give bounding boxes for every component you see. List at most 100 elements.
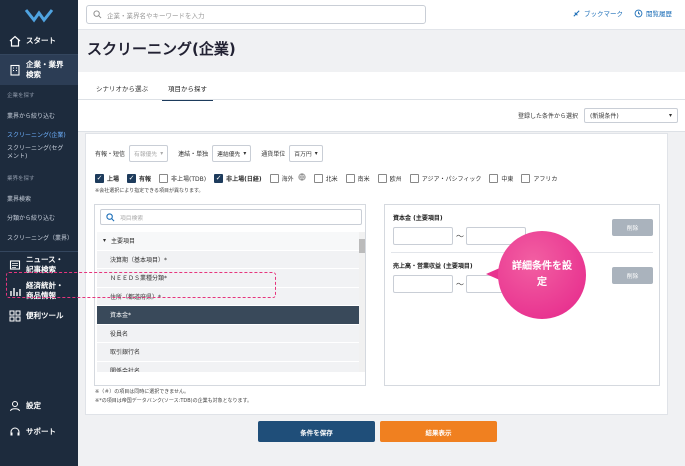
- nav-settings-label: 設定: [26, 401, 41, 410]
- tree-item[interactable]: 関係会社名: [97, 361, 361, 372]
- top-bar: 企業・業界名やキーワードを入力 ブックマーク 閲覧履歴: [78, 0, 685, 30]
- nav-company-search-label: 企業・業界検索: [26, 60, 64, 79]
- caret-down-icon: ▾: [668, 112, 672, 119]
- newspaper-icon: [4, 259, 26, 271]
- history-link[interactable]: 閲覧履歴: [634, 8, 672, 18]
- condition-min-input[interactable]: [393, 227, 453, 245]
- fiscal-value: 有報優先: [134, 152, 158, 158]
- nav-settings[interactable]: 設定: [0, 397, 78, 415]
- condition-min-input[interactable]: [393, 275, 453, 293]
- market-checkbox[interactable]: アフリカ: [521, 173, 558, 183]
- global-search-placeholder: 企業・業界名やキーワードを入力: [107, 11, 205, 20]
- tree-scrollbar[interactable]: [359, 232, 365, 372]
- nav-tools-label: 便利ツール: [26, 311, 64, 320]
- tilde: ～: [456, 280, 464, 289]
- tab-scenario[interactable]: シナリオから選ぶ: [96, 83, 148, 93]
- market-checkbox[interactable]: ✓ 非上場(日経): [214, 173, 262, 183]
- sidebar-item-industry-filter[interactable]: 業界から絞り込む: [7, 113, 55, 121]
- tilde: ～: [456, 232, 464, 241]
- sidebar-item-screening-company[interactable]: スクリーニング(企業): [7, 132, 66, 140]
- unit-select[interactable]: 百万円 ▾: [289, 145, 323, 162]
- fiscal-select[interactable]: 有報優先 ▾: [129, 145, 169, 162]
- market-checkbox[interactable]: ✓ 有報: [127, 173, 152, 183]
- condition-label: 資本金 (主要項目): [393, 215, 443, 222]
- market-note: ※会社選択により指定できる項目が異なります。: [95, 188, 204, 194]
- market-checkboxes: ✓ 上場 ✓ 有報 非上場(TDB) ✓ 非上場(日経) 海外 北米 南米 欧州 アジア・パシフィック…: [95, 173, 565, 183]
- market-checkbox-label: 海外: [281, 175, 294, 183]
- clock-icon: [634, 9, 643, 17]
- footnote-tdb: ※*の項目は帝国データバンク(ソース:TDB)の企業も対象となります。: [95, 398, 252, 404]
- market-checkbox[interactable]: 中東: [489, 173, 514, 183]
- market-checkbox[interactable]: アジア・パシフィック: [409, 173, 482, 183]
- market-checkbox[interactable]: 北米: [313, 173, 338, 183]
- tree-item[interactable]: 取引銀行名: [97, 343, 361, 362]
- save-condition-button[interactable]: 条件を保存: [258, 421, 375, 442]
- show-results-button[interactable]: 結果表示: [380, 421, 497, 442]
- delete-button[interactable]: 削除: [612, 219, 653, 236]
- grid-icon: [4, 310, 26, 322]
- checkbox-icon: [489, 173, 499, 183]
- market-checkbox[interactable]: 非上場(TDB): [159, 173, 206, 183]
- market-checkbox[interactable]: ✓ 上場: [95, 173, 119, 183]
- consol-label: 連結・単独: [178, 151, 209, 158]
- tree-group[interactable]: ▾ 主要項目: [97, 232, 361, 251]
- market-checkbox-label: 欧州: [389, 175, 402, 183]
- nav-tools[interactable]: 便利ツール: [0, 306, 78, 326]
- unit-label: 通貨単位: [261, 151, 286, 158]
- item-tree: ▾ 主要項目 決算期（基本項目）* ＮＥＥＤＳ業種分類* 住所（都道府県）* 資本…: [97, 232, 361, 372]
- item-search-placeholder: 項目検索: [120, 215, 144, 222]
- market-checkbox-label: アジア・パシフィック: [421, 175, 482, 183]
- main-area: スクリーニング(企業) シナリオから選ぶ 項目から探す 登録した条件から選択 (…: [78, 30, 685, 466]
- bookmark-icon: [573, 9, 580, 17]
- checkbox-icon: [269, 173, 279, 183]
- section-find-industry: 業界を探す: [7, 176, 35, 182]
- tree-item[interactable]: 役員名: [97, 324, 361, 343]
- bookmark-label: ブックマーク: [584, 10, 623, 18]
- item-search-input[interactable]: 項目検索: [100, 209, 362, 225]
- sidebar-item-screening-segment[interactable]: スクリーニング(セグメント): [7, 145, 69, 161]
- caret-down-icon: ▾: [243, 150, 247, 157]
- home-icon: [4, 35, 26, 47]
- nav-company-search[interactable]: 企業・業界検索: [0, 55, 78, 85]
- market-checkbox-label: アフリカ: [533, 175, 558, 183]
- bookmark-link[interactable]: ブックマーク: [572, 8, 623, 18]
- checkbox-icon: [377, 173, 387, 183]
- brand-logo[interactable]: [0, 0, 78, 30]
- triangle-down-icon: ▾: [103, 237, 107, 245]
- tree-scroll-thumb[interactable]: [359, 239, 365, 253]
- globe-icon: [298, 173, 306, 183]
- saved-condition-label: 登録した条件から選択: [517, 113, 578, 120]
- fiscal-label: 有報・短信: [95, 151, 126, 158]
- market-checkbox-label: 有報: [139, 175, 152, 183]
- saved-condition-value: (新規条件): [590, 113, 619, 120]
- condition-label: 売上高・営業収益 (主要項目): [393, 263, 473, 270]
- market-checkbox-label: 中東: [501, 175, 514, 183]
- checkbox-checked-icon: ✓: [127, 173, 137, 183]
- market-checkbox-label: 南米: [357, 175, 370, 183]
- search-icon: [106, 212, 115, 221]
- checkbox-icon: [313, 173, 323, 183]
- search-icon: [93, 10, 102, 19]
- market-checkbox[interactable]: 欧州: [377, 173, 402, 183]
- nav-support[interactable]: サポート: [0, 423, 78, 441]
- tree-group-label: 主要項目: [111, 238, 136, 246]
- checkbox-icon: [159, 173, 169, 183]
- nav-start[interactable]: スタート: [0, 31, 78, 51]
- market-checkbox[interactable]: 南米: [345, 173, 370, 183]
- market-checkbox[interactable]: 海外: [269, 173, 306, 183]
- consol-select[interactable]: 連結優先 ▾: [212, 145, 252, 162]
- checkbox-checked-icon: ✓: [214, 173, 224, 183]
- global-search-input[interactable]: 企業・業界名やキーワードを入力: [86, 5, 426, 24]
- user-icon: [4, 400, 26, 412]
- sidebar-item-category-filter[interactable]: 分類から絞り込む: [7, 215, 55, 223]
- caret-down-icon: ▾: [314, 150, 318, 157]
- sidebar-item-screening-industry[interactable]: スクリーニング（業界）: [7, 235, 73, 243]
- tree-item[interactable]: 決算期（基本項目）*: [97, 250, 361, 269]
- tree-item-selected[interactable]: 資本金*: [97, 306, 361, 325]
- saved-condition-selector: 登録した条件から選択 (新規条件) ▾: [518, 108, 678, 123]
- delete-button[interactable]: 削除: [612, 267, 653, 284]
- nav-start-label: スタート: [26, 36, 56, 45]
- sidebar-item-industry-search[interactable]: 業界検索: [7, 196, 31, 204]
- history-label: 閲覧履歴: [646, 10, 672, 18]
- saved-condition-select[interactable]: (新規条件) ▾: [584, 108, 678, 123]
